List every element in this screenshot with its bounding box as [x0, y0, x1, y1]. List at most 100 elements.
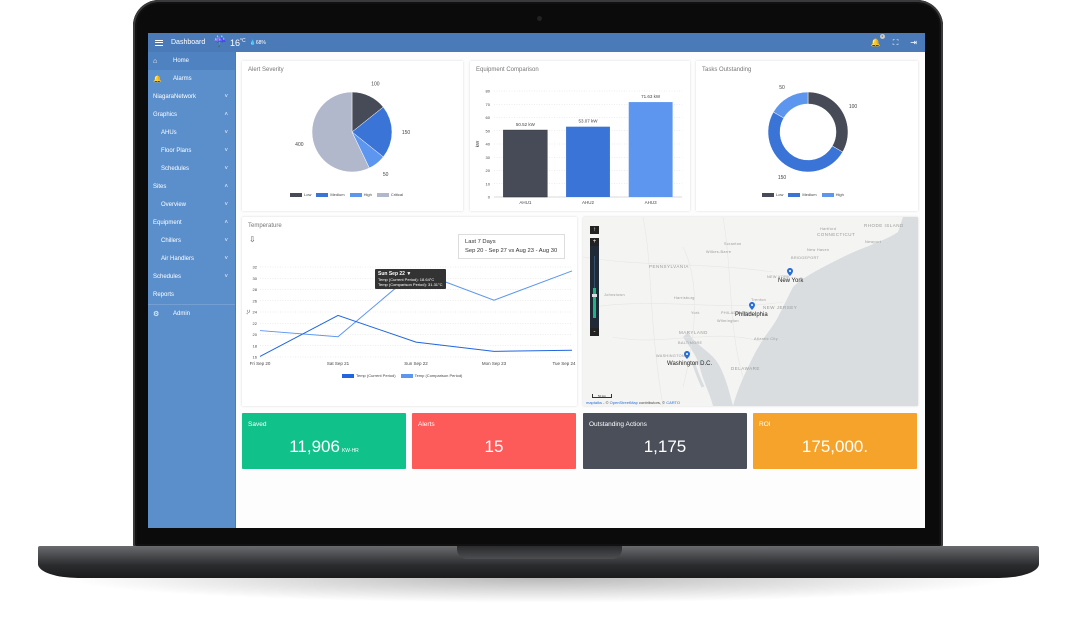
sidebar-item-graphics[interactable]: Graphics ˄: [148, 106, 235, 124]
logout-icon[interactable]: ⇥: [910, 38, 917, 47]
maptalks-link[interactable]: maptalks: [586, 400, 602, 405]
sidebar-item-air-handlers[interactable]: Air Handlers ˅: [148, 250, 235, 268]
chevron-down-icon: ˅: [224, 130, 228, 136]
legend-item[interactable]: Low: [290, 192, 311, 197]
zoom-out-button[interactable]: -: [590, 328, 599, 336]
attribution-text: - ©: [602, 400, 610, 405]
sidebar-item-ahus[interactable]: AHUs ˅: [148, 124, 235, 142]
weather-humidity: 💧68%: [249, 39, 266, 46]
carto-link[interactable]: CARTO: [666, 400, 680, 405]
zoom-slider-fill: [593, 288, 596, 318]
sidebar-item-label: Home: [173, 58, 190, 64]
legend-item[interactable]: Temp (Current Period): [342, 373, 396, 378]
pie-slice-high: [773, 91, 809, 119]
legend-swatch: [290, 192, 302, 197]
bar-data-label: 53.07 kW: [578, 119, 598, 124]
y-tick-label: 16: [253, 355, 258, 360]
notifications-bell-icon[interactable]: 🔔 1: [871, 34, 885, 47]
temperature-card: Temperature ⇩ Last 7 Days Sep 20 - Sep 2…: [242, 217, 577, 406]
y-tick-label: 70: [486, 102, 491, 107]
sidebar-item-overview[interactable]: Overview ˅: [148, 196, 235, 214]
locations-map[interactable]: PENNSYLVANIA NEW JERSEY MARYLAND DELAWAR…: [583, 217, 918, 406]
sidebar-item-label: Floor Plans: [161, 148, 192, 154]
x-tick-label: Fri Sep 20: [250, 361, 271, 366]
y-axis-label: °C: [246, 309, 251, 315]
stat-value: 175,000.: [801, 437, 869, 456]
legend-label: Medium: [802, 192, 817, 197]
legend-item[interactable]: Critical: [376, 192, 403, 197]
legend-item[interactable]: High: [349, 192, 372, 197]
stat-value: 15: [484, 437, 504, 456]
sidebar-item-label: Overview: [161, 202, 187, 208]
legend-label: Temp (Current Period): [356, 373, 396, 378]
map-city-label: Johnstown: [604, 293, 625, 297]
map-attribution: maptalks - © OpenStreetMap contributors,…: [586, 400, 680, 405]
zoom-slider-handle[interactable]: [592, 294, 597, 297]
stat-label: Saved: [248, 421, 267, 428]
map-city-label: Atlantic City: [754, 337, 778, 341]
y-tick-label: 30: [253, 276, 258, 281]
data-label: 50: [383, 172, 389, 178]
sidebar-item-label: Reports: [153, 292, 175, 298]
map-marker-pin-icon[interactable]: [787, 268, 793, 276]
chart-tooltip: Sun Sep 22 ▼ Temp (Current Period): 18.6…: [375, 269, 446, 289]
openstreetmap-link[interactable]: OpenStreetMap: [610, 400, 638, 405]
sidebar-item-admin[interactable]: ⚙ Admin: [148, 305, 235, 323]
stat-card-alerts[interactable]: Alerts 15: [412, 413, 576, 469]
map-state-label: PENNSYLVANIA: [649, 264, 689, 269]
sidebar-item-label: Schedules: [161, 166, 190, 172]
zoom-slider[interactable]: [590, 246, 599, 328]
map-city-label: Wilmington: [717, 319, 739, 323]
legend-label: Medium: [330, 192, 345, 197]
stat-card-roi[interactable]: ROI 175,000.: [753, 413, 917, 469]
map-marker-pin-icon[interactable]: [749, 302, 755, 310]
map-city-label: BALTIMORE: [678, 341, 703, 345]
tasks-outstanding-donut-chart: 100 150 50: [767, 85, 858, 181]
attribution-text: contributors, ©: [637, 400, 667, 405]
sidebar-item-niagaranetwork[interactable]: NiagaraNetwork ˅: [148, 88, 235, 106]
sidebar-item-label: Schedules: [153, 274, 182, 280]
sidebar-item-floor-plans[interactable]: Floor Plans ˅: [148, 142, 235, 160]
home-icon: ⌂: [153, 57, 158, 65]
sidebar-item-chillers[interactable]: Chillers ˅: [148, 232, 235, 250]
laptop-notch: [457, 546, 622, 559]
sidebar-item-schedules[interactable]: Schedules ˅: [148, 268, 235, 286]
sidebar-item-equipment[interactable]: Equipment ˄: [148, 214, 235, 232]
legend-item[interactable]: High: [821, 192, 844, 197]
legend-item[interactable]: Temp (Comparison Period): [400, 373, 462, 378]
sidebar-item-home[interactable]: ⌂ Home: [148, 52, 235, 70]
weather-temperature: 16°C: [229, 37, 246, 48]
sidebar-item-sites[interactable]: Sites ˄: [148, 178, 235, 196]
legend-swatch: [400, 373, 413, 378]
legend-item[interactable]: Low: [762, 192, 783, 197]
stat-card-saved[interactable]: Saved 11,906 KW-HR: [242, 413, 406, 469]
x-tick-label: AHU1: [519, 200, 532, 205]
legend-swatch: [788, 192, 801, 197]
laptop-base: [38, 546, 1039, 578]
sidebar-item-label: Air Handlers: [161, 256, 195, 262]
zoom-in-button[interactable]: +: [590, 238, 599, 246]
legend-item[interactable]: Medium: [316, 192, 345, 197]
fullscreen-icon[interactable]: ⛶: [893, 38, 899, 48]
tasks-outstanding-card: Tasks Outstanding 100 150 50 Low Medium High: [696, 61, 918, 211]
equipment-comparison-card: Equipment Comparison 0 10 20 30 40 50 60 70 80 kW…: [470, 61, 690, 211]
compass-icon[interactable]: ↑: [590, 226, 599, 234]
stat-label: Alerts: [418, 421, 435, 428]
line-series-temp-current-period-: [259, 314, 573, 357]
sidebar-item-reports[interactable]: Reports: [148, 286, 235, 304]
legend-item[interactable]: Medium: [788, 192, 817, 197]
legend-swatch: [316, 192, 329, 197]
hamburger-menu-icon[interactable]: [155, 39, 163, 46]
sidebar-item-schedules[interactable]: Schedules ˅: [148, 160, 235, 178]
legend-label: Low: [304, 192, 312, 197]
data-label: 100: [849, 104, 858, 110]
stat-card-outstanding-actions[interactable]: Outstanding Actions 1,175: [583, 413, 747, 469]
map-marker-label: New York: [778, 278, 804, 284]
data-label: 400: [295, 142, 304, 148]
legend-swatch: [342, 373, 354, 378]
map-marker-pin-icon[interactable]: [684, 351, 690, 359]
map-city-label: BRIDGEPORT: [791, 256, 820, 260]
sidebar-item-alarms[interactable]: 🔔 Alarms: [148, 70, 235, 88]
y-tick-label: 30: [486, 155, 491, 160]
y-tick-label: 24: [253, 310, 258, 315]
